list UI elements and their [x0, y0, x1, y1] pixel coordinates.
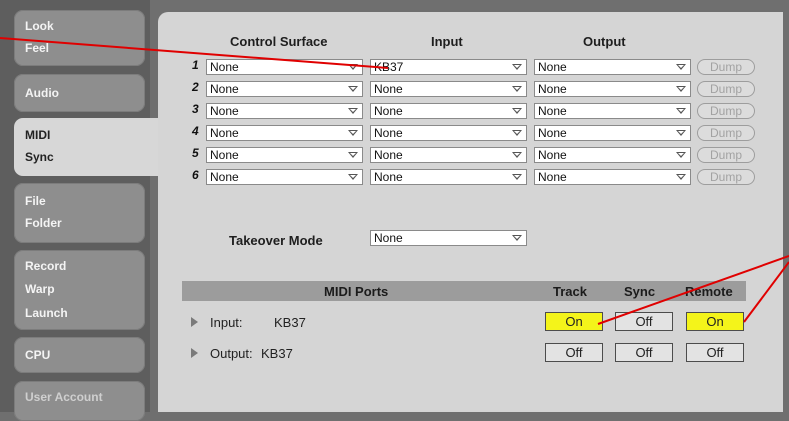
annotation-line: [597, 255, 789, 325]
annotation-line: [743, 261, 789, 323]
annotation-overlay: [0, 37, 789, 325]
annotation-line: [0, 37, 389, 69]
